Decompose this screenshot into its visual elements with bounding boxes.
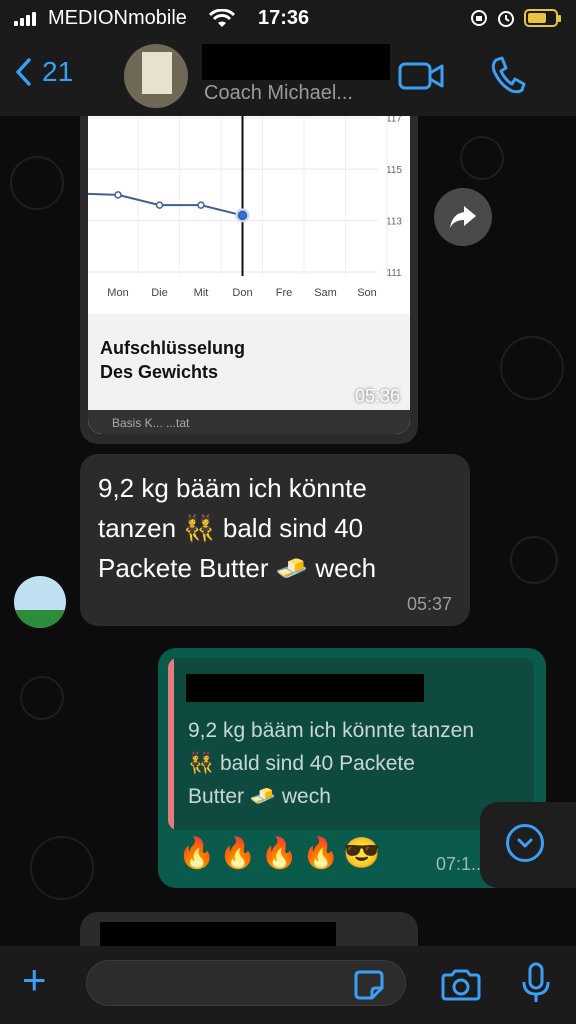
- redacted-content: [100, 922, 336, 946]
- wallpaper-doodle: [500, 336, 564, 400]
- message-input-bar: +: [0, 946, 576, 1024]
- chat-header: 21 Coach Michael...: [0, 36, 576, 116]
- wallpaper-doodle: [460, 136, 504, 180]
- battery-icon: [524, 9, 561, 27]
- chart-caption-title: Aufschlüsselung Des Gewichts: [100, 336, 245, 384]
- series-line: [117, 193, 243, 217]
- alarm-icon: [498, 11, 514, 27]
- weight-chart: 117 115 113 111 Mon Die Mit Don Fre Sam Son: [88, 116, 402, 299]
- message-time: 07:1...: [436, 854, 487, 874]
- contact-avatar[interactable]: [124, 44, 188, 108]
- y-tick-label: 115: [386, 165, 402, 176]
- incoming-text-message[interactable]: 9,2 kg bääm ich könnte tanzen 👯 bald sin…: [80, 454, 470, 626]
- phone-call-icon[interactable]: [490, 56, 526, 94]
- wallpaper-doodle: [30, 836, 94, 900]
- carrier-label: MEDIONmobile: [48, 7, 187, 29]
- contact-subtitle[interactable]: Coach Michael...: [204, 82, 353, 105]
- video-call-icon[interactable]: [398, 60, 446, 92]
- unread-count: 21: [42, 56, 74, 87]
- quoted-text: 9,2 kg bääm ich könnte tanzen 👯 bald sin…: [188, 714, 528, 813]
- wallpaper-doodle: [510, 536, 558, 584]
- status-bar: MEDIONmobile 17:36: [0, 0, 576, 36]
- quote-line: 9,2 kg bääm ich könnte tanzen: [188, 719, 475, 742]
- orientation-lock-icon: [471, 10, 487, 26]
- message-line: 9,2 kg bääm ich könnte: [98, 473, 367, 503]
- data-point: [114, 191, 122, 199]
- wallpaper-doodle: [10, 156, 64, 210]
- redacted-contact-name: [202, 44, 390, 80]
- sticker-icon[interactable]: [352, 968, 386, 1002]
- data-point: [237, 210, 248, 221]
- chevron-down-icon: [506, 824, 544, 862]
- x-tick-label: Sam: [314, 287, 337, 299]
- cut-off-strip: Basis K... ...tat: [88, 410, 410, 434]
- x-tick-label: Son: [357, 287, 377, 299]
- x-tick-label: Mit: [194, 287, 209, 299]
- y-tick-label: 117: [386, 116, 402, 125]
- chat-area[interactable]: 117 115 113 111 Mon Die Mit Don Fre Sam Son Aufsch…: [0, 116, 576, 946]
- redacted-quote-author: [186, 674, 424, 702]
- forward-button[interactable]: [434, 188, 492, 246]
- scroll-to-bottom-button[interactable]: [480, 802, 576, 888]
- sender-avatar[interactable]: [14, 576, 66, 628]
- x-tick-label: Die: [151, 287, 168, 299]
- data-point: [197, 201, 205, 209]
- wallpaper-doodle: [20, 676, 64, 720]
- message-time: 05:37: [406, 594, 452, 614]
- chevron-left-icon: [16, 58, 31, 86]
- share-icon: [450, 206, 476, 228]
- quote-bar: [168, 658, 174, 830]
- data-point: [155, 201, 164, 209]
- reply-text: 🔥🔥🔥🔥😎: [178, 837, 385, 870]
- message-text: 9,2 kg bääm ich könnte tanzen 👯 bald sin…: [98, 468, 458, 588]
- x-tick-label: Mon: [107, 287, 128, 299]
- back-button[interactable]: 21: [14, 56, 73, 88]
- cut-off-text: Basis K... ...tat: [112, 416, 190, 430]
- quote-line: 👯 bald sind 40 Packete: [188, 752, 415, 775]
- clock: 17:36: [258, 7, 310, 29]
- chart-screenshot[interactable]: 117 115 113 111 Mon Die Mit Don Fre Sam Son Aufsch…: [88, 116, 410, 434]
- camera-icon[interactable]: [440, 968, 482, 1002]
- caption-line-2: Des Gewichts: [100, 362, 219, 382]
- message-time: 05:36: [354, 386, 400, 406]
- signal-icon: [14, 12, 40, 26]
- message-line: Packete Butter 🧈 wech: [98, 553, 377, 583]
- y-tick-label: 113: [386, 217, 402, 228]
- x-tick-label: Don: [232, 287, 252, 299]
- image-message[interactable]: 117 115 113 111 Mon Die Mit Don Fre Sam Son Aufsch…: [80, 116, 418, 444]
- series-line-lead: [88, 192, 119, 196]
- wifi-icon: [209, 9, 235, 27]
- caption-line-1: Aufschlüsselung: [100, 338, 246, 358]
- y-tick-label: 111: [386, 268, 402, 279]
- attach-plus-button[interactable]: +: [22, 959, 47, 1001]
- partial-message[interactable]: [80, 912, 418, 946]
- quoted-message[interactable]: 9,2 kg bääm ich könnte tanzen 👯 bald sin…: [168, 658, 534, 830]
- quote-line: Butter 🧈 wech: [188, 785, 331, 808]
- microphone-icon[interactable]: [520, 962, 552, 1006]
- x-tick-label: Fre: [276, 287, 293, 299]
- message-line: tanzen 👯 bald sind 40: [98, 513, 364, 543]
